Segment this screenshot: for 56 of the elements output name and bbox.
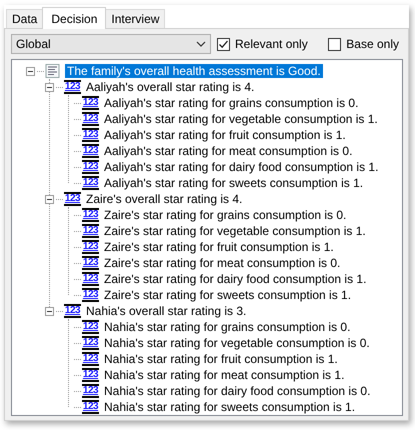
tree-item[interactable]: The family's overall health assessment is Good. xyxy=(65,64,323,78)
number-badge: 123 xyxy=(82,272,99,286)
number-badge: 123 xyxy=(82,96,99,110)
number-badge: 123 xyxy=(82,160,99,174)
tab[interactable]: Interview xyxy=(105,9,166,28)
number-badge: 123 xyxy=(82,224,99,238)
tree-item[interactable]: Zaire's star rating for fruit consumption is 1. xyxy=(102,240,336,254)
document-icon xyxy=(45,64,62,78)
number-badge: 123 xyxy=(82,208,99,222)
number-badge: 123 xyxy=(82,112,99,126)
tree-item[interactable]: Nahia's star rating for dairy food consumption is 0. xyxy=(102,384,372,398)
collapse-toggle-icon[interactable] xyxy=(45,194,54,204)
tree-item[interactable]: Nahia's star rating for meat consumption is 1. xyxy=(102,368,346,382)
tree-item[interactable]: Zaire's overall star rating is 4. xyxy=(84,192,244,206)
number-badge: 123 xyxy=(82,128,99,142)
tree-item[interactable]: Zaire's star rating for vegetable consumption is 1. xyxy=(102,224,368,238)
tree-item[interactable]: Zaire's star rating for dairy food consumption is 1. xyxy=(102,272,368,286)
number-badge: 123 xyxy=(82,384,99,398)
tab[interactable]: Data xyxy=(6,9,44,28)
tree-item[interactable]: Aaliyah's star rating for sweets consumption is 1. xyxy=(102,176,366,190)
tree-item[interactable]: Aaliyah's star rating for meat consumption is 0. xyxy=(102,144,354,158)
number-badge: 123 xyxy=(64,80,81,94)
number-badge: 123 xyxy=(82,320,99,334)
tree-item[interactable]: Zaire's star rating for grains consumption is 0. xyxy=(102,208,348,222)
number-badge: 123 xyxy=(64,192,81,206)
number-badge: 123 xyxy=(82,288,99,302)
number-badge: 123 xyxy=(82,368,99,382)
tree-item[interactable]: Aaliyah's star rating for fruit consumption is 1. xyxy=(102,128,348,142)
number-badge: 123 xyxy=(82,176,99,190)
number-badge: 123 xyxy=(82,256,99,270)
tree-item[interactable]: Aaliyah's star rating for dairy food consumption is 1. xyxy=(102,160,380,174)
collapse-toggle-icon[interactable] xyxy=(26,66,35,76)
checkbox[interactable]: Base only xyxy=(328,37,399,51)
tree-item[interactable]: Zaire's star rating for sweets consumption is 1. xyxy=(102,288,354,302)
tree-item[interactable]: Zaire's star rating for meat consumption is 0. xyxy=(102,256,342,270)
tree-item[interactable]: Aaliyah's star rating for grains consumption is 0. xyxy=(102,96,360,110)
collapse-toggle-icon[interactable] xyxy=(45,306,54,316)
chevron-down-icon xyxy=(196,41,206,47)
number-badge: 123 xyxy=(82,240,99,254)
number-badge: 123 xyxy=(64,304,81,318)
tree-item[interactable]: Nahia's star rating for sweets consumption is 1. xyxy=(102,400,358,414)
number-badge: 123 xyxy=(82,400,99,414)
number-badge: 123 xyxy=(82,144,99,158)
number-badge: 123 xyxy=(82,336,99,350)
tree-item[interactable]: Nahia's star rating for fruit consumption is 1. xyxy=(102,352,340,366)
tree-item[interactable]: Aaliyah's star rating for vegetable consumption is 1. xyxy=(102,112,380,126)
tab[interactable]: Decision xyxy=(42,7,106,29)
scope-dropdown[interactable]: Global xyxy=(11,34,211,54)
tree-item[interactable]: Nahia's overall star rating is 3. xyxy=(84,304,248,318)
check-icon xyxy=(218,38,229,50)
checkbox[interactable]: Relevant only xyxy=(217,37,308,51)
collapse-toggle-icon[interactable] xyxy=(45,82,54,92)
number-badge: 123 xyxy=(82,352,99,366)
tree-item[interactable]: Nahia's star rating for vegetable consumption is 0. xyxy=(102,336,372,350)
tree-item[interactable]: Nahia's star rating for grains consumption is 0. xyxy=(102,320,352,334)
tree-item[interactable]: Aaliyah's overall star rating is 4. xyxy=(84,80,256,94)
